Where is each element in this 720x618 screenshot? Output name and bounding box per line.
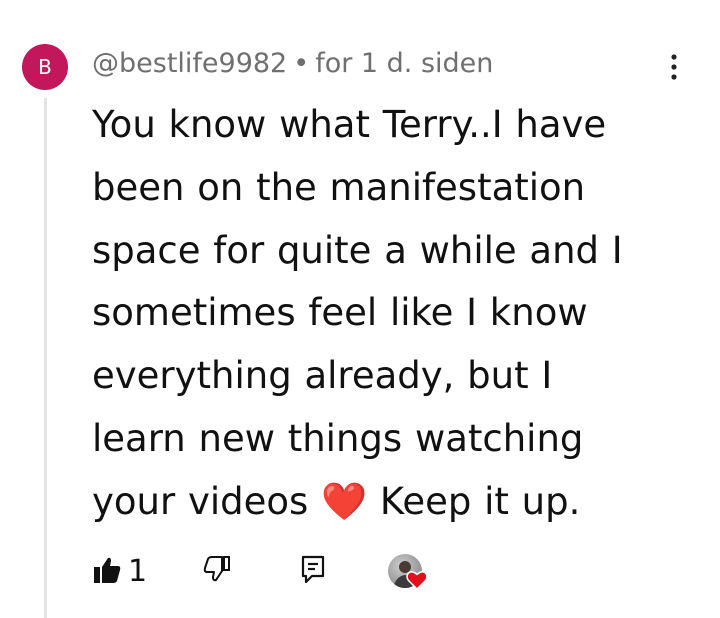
header-separator: •: [293, 48, 310, 79]
dislike-button[interactable]: [202, 554, 232, 588]
more-vertical-icon[interactable]: [664, 52, 684, 82]
thumbs-up-filled-icon: [92, 555, 122, 589]
comment-header: @bestlife9982 • for 1 d. siden: [92, 48, 493, 79]
creator-heart-badge: [388, 554, 432, 594]
comment-timestamp: for 1 d. siden: [315, 48, 494, 79]
comment-actions: 1: [92, 552, 452, 592]
reply-button[interactable]: [298, 554, 328, 590]
like-button[interactable]: 1: [92, 552, 147, 592]
comment-body: You know what Terry..I have been on the …: [92, 94, 692, 534]
author-handle[interactable]: @bestlife9982: [92, 48, 287, 79]
comment-text: You know what Terry..I have been on the …: [92, 103, 623, 523]
avatar-letter: B: [38, 55, 52, 79]
thumbs-down-icon: [202, 554, 232, 588]
heart-emoji: ❤️: [321, 479, 368, 523]
thread-line: [44, 98, 47, 618]
like-count: 1: [128, 554, 148, 589]
comment-text-end: Keep it up.: [367, 479, 581, 523]
red-heart-icon: [406, 570, 428, 594]
author-avatar[interactable]: B: [22, 44, 68, 90]
comment-reply-icon: [298, 554, 328, 590]
